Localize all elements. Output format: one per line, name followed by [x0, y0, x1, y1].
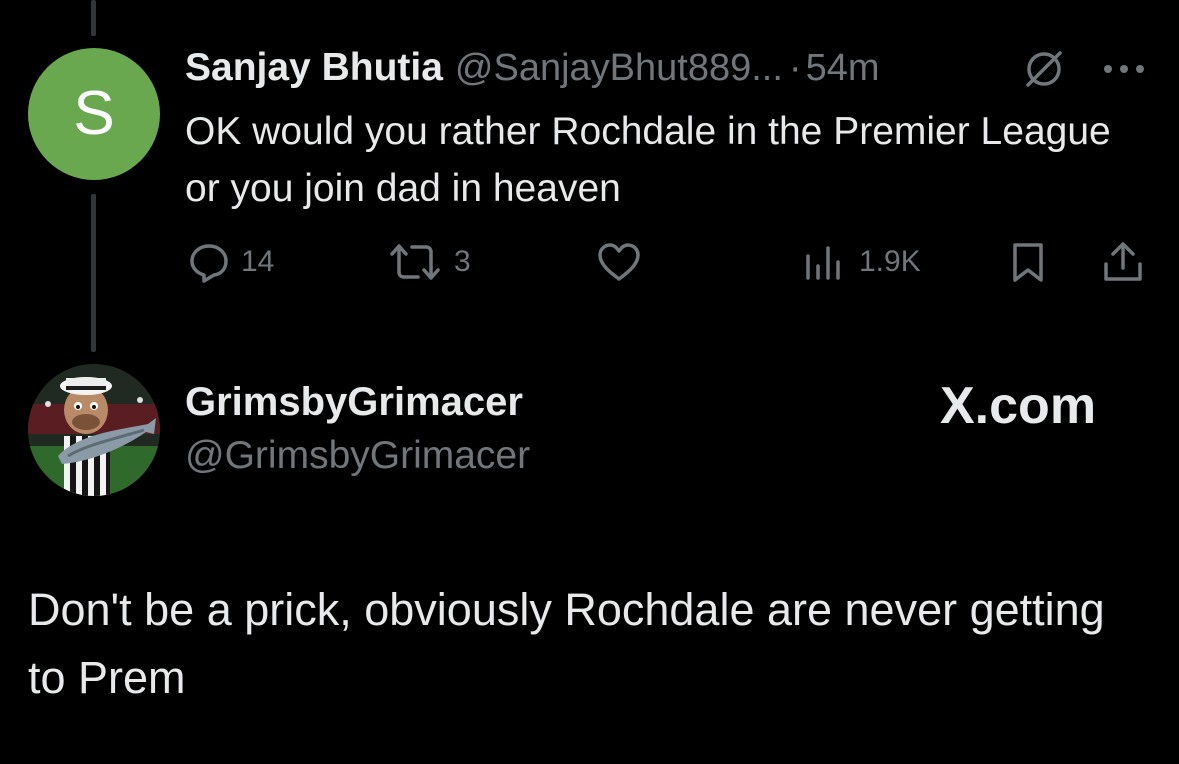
views-button[interactable]: 1.9K [803, 240, 921, 284]
mascot-avatar-image [28, 364, 160, 496]
like-button[interactable] [596, 240, 642, 284]
views-count: 1.9K [859, 245, 921, 278]
like-icon [598, 243, 640, 281]
quoted-author-name[interactable]: GrimsbyGrimacer [185, 380, 523, 425]
tweet-header: Sanjay Bhutia @SanjayBhut889... · 54m [185, 44, 880, 92]
x-brand-logo: X.com [940, 377, 1097, 435]
bookmark-button[interactable] [1008, 240, 1048, 284]
avatar[interactable]: S [28, 48, 160, 180]
retweet-icon [390, 244, 440, 280]
thread-line-bottom [91, 194, 96, 352]
share-button[interactable] [1101, 240, 1145, 284]
bookmark-icon [1013, 243, 1043, 282]
reply-icon [190, 244, 228, 283]
more-icon[interactable] [1099, 54, 1149, 84]
quoted-avatar[interactable] [28, 364, 160, 496]
avatar-letter: S [73, 79, 115, 148]
reply-text: Don't be a prick, obviously Rochdale are… [28, 584, 1105, 703]
separator-dot: · [788, 46, 802, 89]
slash-icon [1022, 50, 1066, 88]
author-handle[interactable]: @SanjayBhut889... [455, 47, 783, 90]
tweet-time[interactable]: 54m [806, 47, 880, 90]
quoted-author-handle[interactable]: @GrimsbyGrimacer [185, 434, 530, 478]
tweet-text: OK would you rather Rochdale in the Prem… [185, 110, 1111, 210]
reply-count: 14 [241, 245, 275, 278]
retweet-count: 3 [454, 245, 471, 278]
views-icon [806, 246, 840, 280]
author-name[interactable]: Sanjay Bhutia [185, 46, 443, 90]
retweet-button[interactable]: 3 [386, 240, 471, 284]
share-icon [1104, 242, 1142, 281]
reply-button[interactable]: 14 [187, 240, 274, 284]
thread-line-top [91, 0, 96, 36]
